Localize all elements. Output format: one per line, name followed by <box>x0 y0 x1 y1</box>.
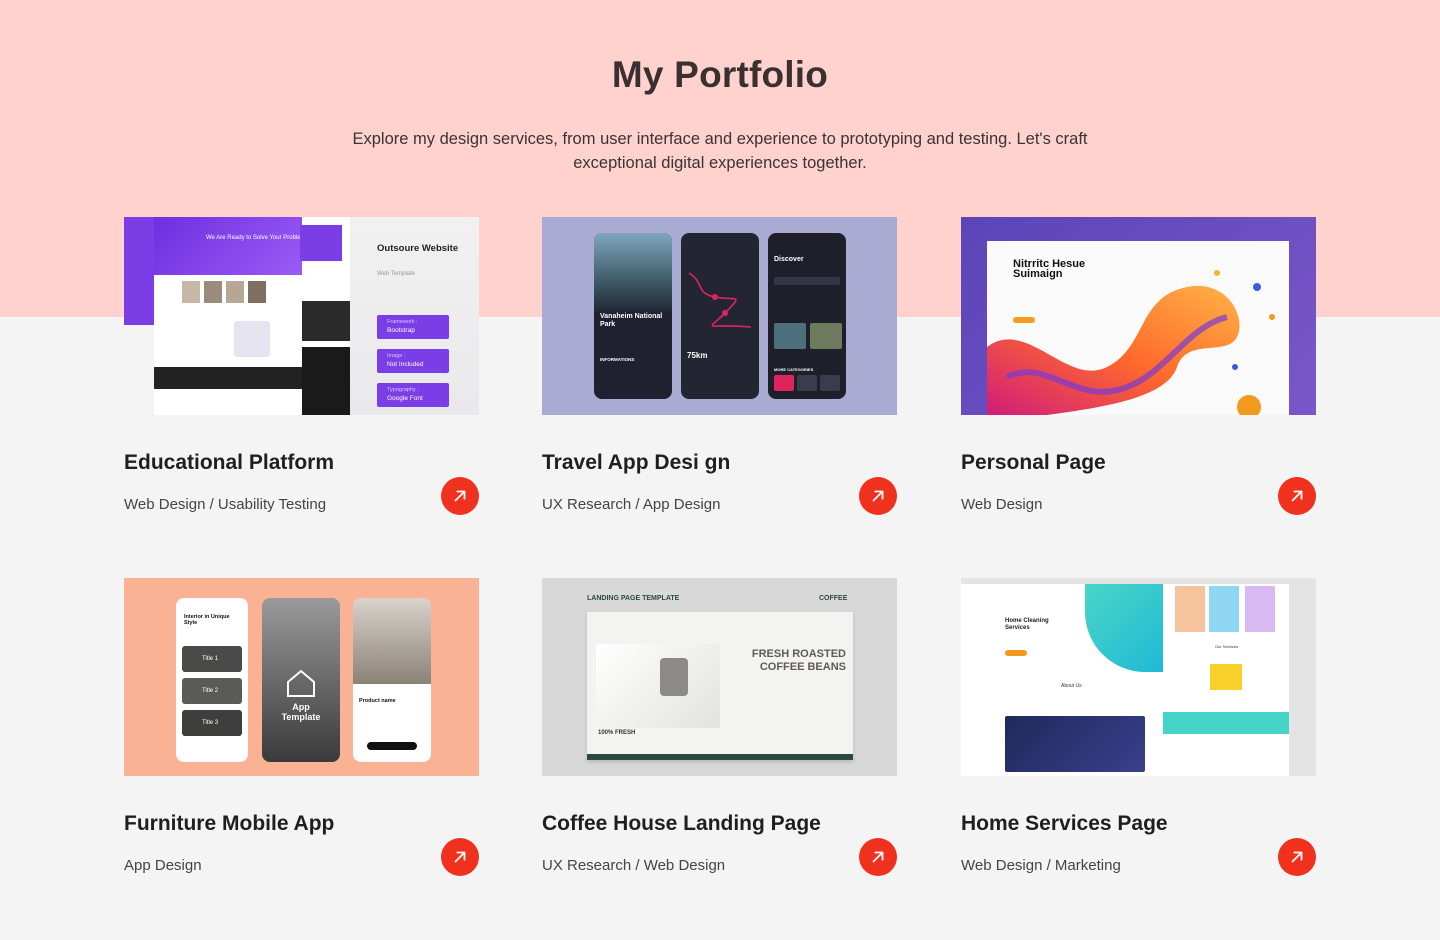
open-project-button[interactable] <box>1278 838 1316 876</box>
open-project-button[interactable] <box>859 838 897 876</box>
arrow-up-right-icon <box>454 851 466 863</box>
chip-label: Framework : <box>387 319 418 325</box>
page-subtitle: Explore my design services, from user in… <box>352 130 1088 172</box>
thumb-hero-text: We Are Ready to Solve Your Problem <box>206 235 306 241</box>
thumb-caption: Web Template <box>377 271 416 277</box>
thumb-services: Our Services <box>1215 644 1239 649</box>
thumb-hero: Home Cleaning Services <box>1005 618 1049 631</box>
project-card-coffee-house[interactable]: LANDING PAGE TEMPLATE COFFEE FRESH ROAST… <box>542 578 897 876</box>
thumb-categories: MORE CATEGORIES <box>774 367 814 372</box>
thumb-left-label: LANDING PAGE TEMPLATE <box>587 595 680 602</box>
project-tags: UX Research / App Design <box>542 496 721 513</box>
chip-value: Not Included <box>387 361 424 368</box>
arrow-up-right-icon <box>872 490 884 502</box>
project-card-educational-platform[interactable]: We Are Ready to Solve Your Problem Outso… <box>124 217 479 515</box>
project-thumbnail[interactable]: Interior in Unique Style Title 1 Title 2… <box>124 578 479 776</box>
project-card-furniture-app[interactable]: Interior in Unique Style Title 1 Title 2… <box>124 578 479 876</box>
arrow-up-right-icon <box>454 490 466 502</box>
chip-value: Bootstrap <box>387 327 415 334</box>
chip-label: Image : <box>387 353 406 359</box>
thumb-item: Title 2 <box>202 688 219 694</box>
project-title: Personal Page <box>961 451 1106 474</box>
arrow-up-right-icon <box>1291 851 1303 863</box>
project-card-personal-page[interactable]: Nitrritc Hesue Suimaign Personal Page We… <box>961 217 1316 515</box>
project-title: Educational Platform <box>124 451 335 474</box>
project-thumbnail[interactable]: Vanaheim National Park INFORMATIONS 75km… <box>542 217 897 415</box>
project-thumbnail[interactable]: We Are Ready to Solve Your Problem Outso… <box>124 217 479 415</box>
project-thumbnail[interactable]: Home Cleaning Services About Us Our Serv… <box>961 578 1316 776</box>
page-title: My Portfolio <box>611 54 829 95</box>
thumb-distance: 75km <box>687 351 708 360</box>
arrow-up-right-icon <box>872 851 884 863</box>
thumb-screen-title: Interior in Unique Style <box>184 614 230 626</box>
thumb-heading: Outsoure Website <box>377 243 459 254</box>
open-project-button[interactable] <box>1278 477 1316 515</box>
chip-label: Typography : <box>387 387 419 393</box>
thumb-headline: FRESH ROASTED COFFEE BEANS <box>751 648 846 673</box>
project-title: Home Services Page <box>961 812 1168 835</box>
project-tags: Web Design <box>961 496 1043 513</box>
thumb-item: Title 1 <box>202 656 219 662</box>
project-thumbnail[interactable]: LANDING PAGE TEMPLATE COFFEE FRESH ROAST… <box>542 578 897 776</box>
project-thumbnail[interactable]: Nitrritc Hesue Suimaign <box>961 217 1316 415</box>
thumb-discover: Discover <box>774 256 804 263</box>
thumb-badge: 100% FRESH <box>598 730 636 736</box>
project-title: Furniture Mobile App <box>124 812 335 835</box>
project-tags: UX Research / Web Design <box>542 857 726 874</box>
thumb-section: INFORMATIONS <box>600 357 635 362</box>
project-tags: App Design <box>124 857 202 874</box>
project-tags: Web Design / Usability Testing <box>124 496 327 513</box>
thumb-center-label: App Template <box>281 702 321 722</box>
project-tags: Web Design / Marketing <box>961 857 1121 874</box>
thumb-item: Title 3 <box>202 720 219 726</box>
project-title: Coffee House Landing Page <box>542 812 821 835</box>
thumb-right-label: COFFEE <box>819 595 848 602</box>
thumb-about: About Us <box>1061 683 1082 689</box>
thumb-place: Vanaheim National Park <box>600 313 663 328</box>
open-project-button[interactable] <box>441 838 479 876</box>
project-title: Travel App Desi gn <box>542 451 731 474</box>
project-card-travel-app[interactable]: Vanaheim National Park INFORMATIONS 75km… <box>542 217 897 515</box>
arrow-up-right-icon <box>1291 490 1303 502</box>
chip-value: Google Font <box>387 395 423 402</box>
thumb-product: Product name <box>359 698 396 704</box>
open-project-button[interactable] <box>859 477 897 515</box>
project-card-home-services[interactable]: Home Cleaning Services About Us Our Serv… <box>961 578 1316 876</box>
open-project-button[interactable] <box>441 477 479 515</box>
